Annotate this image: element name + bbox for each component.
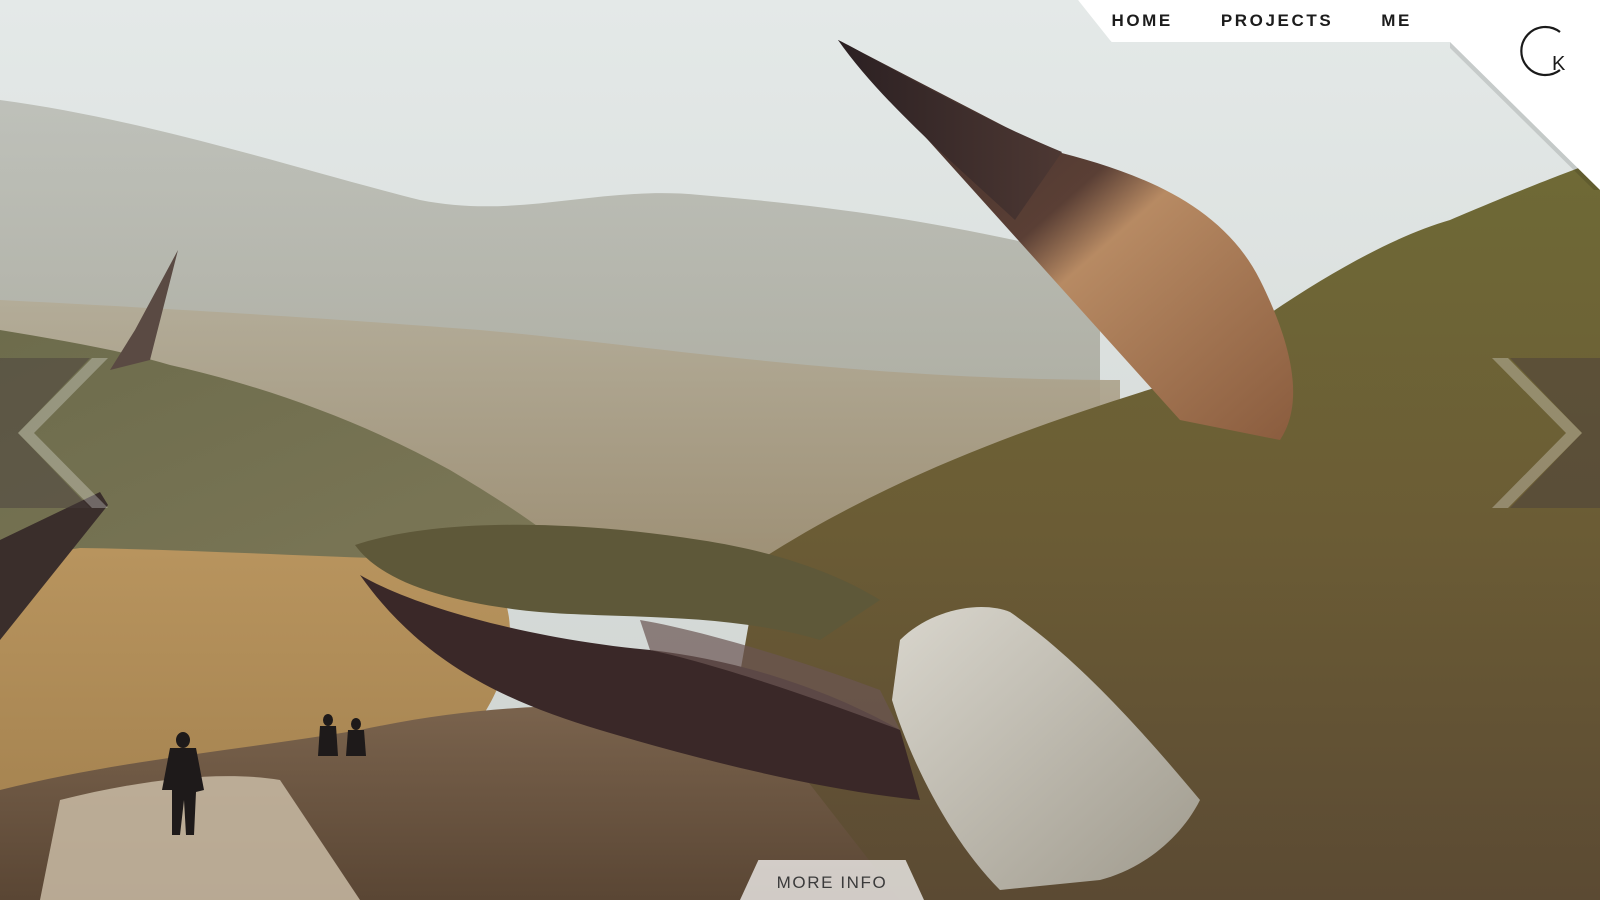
nav-projects-link[interactable]: PROJECTS	[1221, 11, 1333, 31]
more-info-label: MORE INFO	[776, 873, 888, 892]
nav-home-link[interactable]: HOME	[1111, 11, 1172, 31]
chevron-left-icon	[0, 358, 108, 508]
page: HOME PROJECTS ME K MORE INFO	[0, 0, 1600, 900]
next-slide-button[interactable]	[1492, 358, 1600, 508]
hero-image	[0, 0, 1600, 900]
main-navigation: HOME PROJECTS ME	[1078, 0, 1450, 42]
logo-letter-small: K	[1552, 53, 1566, 75]
chevron-right-icon	[1492, 358, 1600, 508]
logo-corner: K	[1450, 0, 1600, 196]
previous-slide-button[interactable]	[0, 358, 108, 508]
logo-icon[interactable]: K	[1510, 18, 1570, 84]
more-info-button[interactable]: MORE INFO	[740, 860, 924, 900]
nav-me-link[interactable]: ME	[1381, 11, 1412, 31]
